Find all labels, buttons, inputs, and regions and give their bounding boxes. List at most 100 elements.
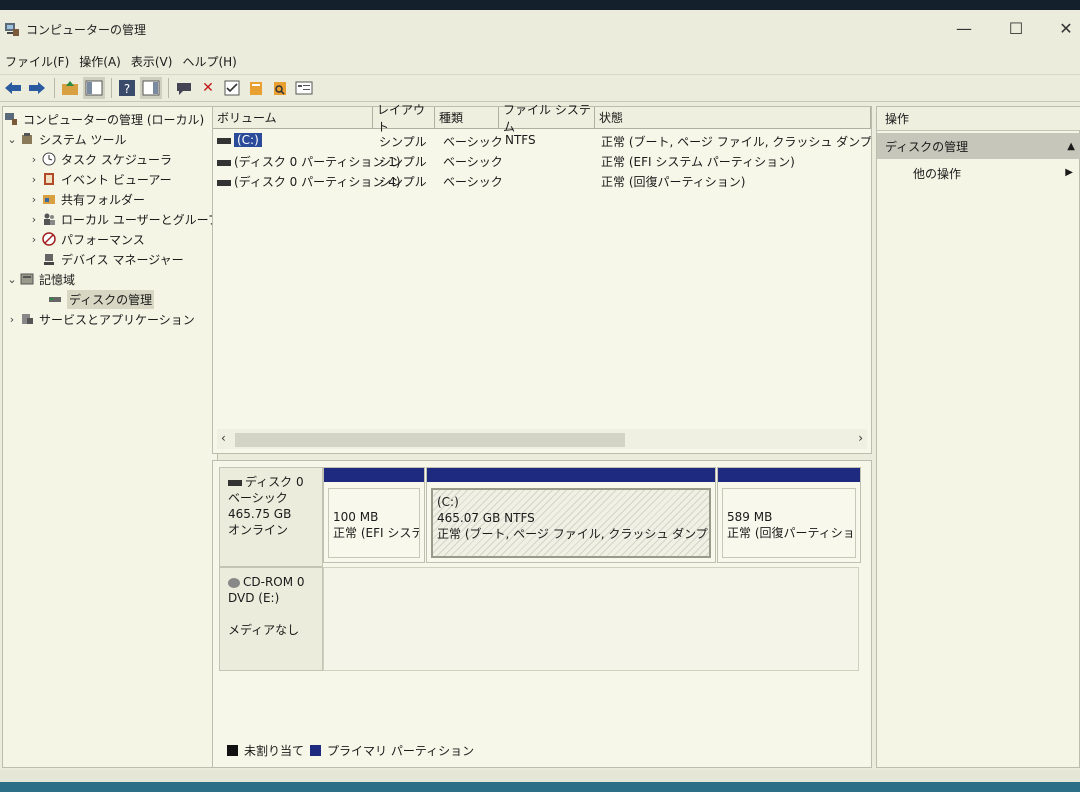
tools-icon [19,131,35,147]
chevron-right-icon[interactable]: › [27,233,41,246]
chevron-down-icon[interactable]: ⌄ [5,273,19,286]
partition-c[interactable]: (C:) 465.07 GB NTFS 正常 (ブート, ページ ファイル, ク… [426,467,716,563]
table-row[interactable]: (C:) シンプル ベーシック NTFS 正常 (ブート, ページ ファイル, … [213,131,873,151]
tree-item-disk-management[interactable]: ディスクの管理 [47,289,155,309]
tree-item-device-manager[interactable]: デバイス マネージャー [41,249,184,269]
actions-header: 操作 [877,107,1080,131]
tree-item-local-users[interactable]: › ローカル ユーザーとグループ [27,209,220,229]
tree-item-event-viewer[interactable]: › イベント ビューアー [27,169,172,189]
collapse-up-icon[interactable]: ▲ [1067,141,1075,152]
tree-item-services[interactable]: › サービスとアプリケーション [5,309,195,329]
disk0-label[interactable]: ディスク 0 ベーシック 465.75 GB オンライン [219,467,323,567]
folder-up-icon[interactable] [59,77,81,99]
window-title: コンピューターの管理 [26,22,147,37]
toolbar-separator [54,78,55,98]
toolbar-separator [111,78,112,98]
legend: 未割り当て プライマリ パーティション [227,742,474,759]
column-header-filesystem[interactable]: ファイル システム [499,103,595,134]
title-bar: コンピューターの管理 — ☐ ✕ [0,10,1080,48]
tree-label: システム ツール [39,132,127,147]
chevron-down-icon[interactable]: ⌄ [5,133,19,146]
tree-label: ローカル ユーザーとグループ [61,212,220,227]
tree-label: 共有フォルダー [61,192,146,207]
tree-label: パフォーマンス [61,232,145,247]
tree-label: コンピューターの管理 (ローカル) [23,112,205,127]
toolbar: ? ✕ [0,74,1080,102]
tree-item-storage[interactable]: ⌄ 記憶域 [5,269,75,289]
back-arrow-icon[interactable] [2,77,24,99]
more-actions-item[interactable]: 他の操作 [913,165,961,182]
column-header-status[interactable]: 状態 [595,107,871,129]
status-bar [0,770,1080,782]
disk-graphical-view: ディスク 0 ベーシック 465.75 GB オンライン 100 MB 正常 (… [212,460,872,768]
drive-icon [217,179,231,186]
properties-icon[interactable] [293,77,315,99]
volume-name: (ディスク 0 パーティション 4) [234,175,401,189]
maximize-button[interactable]: ☐ [996,14,1036,42]
volume-list: ボリューム レイアウト 種類 ファイル システム 状態 (C:) シンプル ベー… [212,103,873,454]
table-row[interactable]: (ディスク 0 パーティション 4) シンプル ベーシック 正常 (回復パーティ… [213,171,873,191]
unallocated-swatch [227,745,238,756]
menu-view[interactable]: 表示(V) [126,53,178,70]
scrollbar-thumb[interactable] [235,433,625,447]
tree-item-performance[interactable]: › パフォーマンス [27,229,145,249]
column-header-volume[interactable]: ボリューム [213,107,373,129]
cdrom-label[interactable]: CD-ROM 0 DVD (E:) メディアなし [219,567,323,671]
legend-unallocated: 未割り当て [244,744,305,758]
minimize-button[interactable]: — [944,14,984,42]
shared-folder-icon [41,191,57,207]
horizontal-scrollbar[interactable]: ‹ › [217,429,867,449]
column-header-layout[interactable]: レイアウト [373,103,435,134]
partition-efi[interactable]: 100 MB 正常 (EFI システ [323,467,425,563]
toolbar-separator [168,78,169,98]
partition-status: 正常 (ブート, ページ ファイル, クラッシュ ダンプ, ベーシッ [437,527,711,541]
partition-status: 正常 (EFI システ [333,526,420,540]
partition-label [727,493,851,509]
forward-arrow-icon[interactable] [26,77,48,99]
partition-recovery[interactable]: 589 MB 正常 (回復パーティション) [717,467,861,563]
new-icon[interactable] [245,77,267,99]
scroll-right-icon[interactable]: › [858,431,863,445]
chevron-right-icon[interactable]: › [27,213,41,226]
close-button[interactable]: ✕ [1046,14,1080,42]
scroll-left-icon[interactable]: ‹ [221,431,226,445]
console-icon[interactable] [140,77,162,99]
show-hide-tree-icon[interactable] [83,77,105,99]
disk-size: 465.75 GB [228,507,292,521]
tree-item-shared-folders[interactable]: › 共有フォルダー [27,189,145,209]
storage-icon [19,271,35,287]
search-icon[interactable] [269,77,291,99]
svg-text:?: ? [124,82,130,96]
check-icon[interactable] [221,77,243,99]
partition-label: (C:) [437,495,459,509]
connect-icon[interactable] [173,77,195,99]
menu-action[interactable]: 操作(A) [74,53,126,70]
type-cell: ベーシック [443,175,503,189]
primary-partition-bar [324,468,424,482]
menu-help[interactable]: ヘルプ(H) [177,53,241,70]
close-icon: ✕ [1059,18,1073,38]
help-icon[interactable]: ? [116,77,138,99]
layout-cell: シンプル [379,155,427,169]
tree-label: タスク スケジューラ [61,152,172,167]
chevron-right-icon[interactable]: › [5,313,19,326]
primary-partition-bar [427,468,715,482]
tree-item-system-tools[interactable]: ⌄ システム ツール [5,129,126,149]
delete-icon[interactable]: ✕ [197,77,219,99]
tree-item-task-scheduler[interactable]: › タスク スケジューラ [27,149,172,169]
chevron-right-icon[interactable]: › [27,193,41,206]
disk-name: ディスク 0 [245,475,304,489]
column-header-type[interactable]: 種類 [435,107,499,129]
actions-group-disk-management[interactable]: ディスクの管理 ▲ [877,133,1080,159]
main-content: ボリューム レイアウト 種類 ファイル システム 状態 (C:) シンプル ベー… [212,103,873,768]
table-row[interactable]: (ディスク 0 パーティション 1) シンプル ベーシック 正常 (EFI シス… [213,151,873,171]
chevron-right-icon[interactable]: › [27,153,41,166]
tree-item-root[interactable]: コンピューターの管理 (ローカル) [3,109,204,129]
submenu-arrow-icon[interactable]: ▶ [1065,167,1073,178]
cdrom-area[interactable] [323,567,859,671]
drive-icon [217,137,231,144]
tree-label: サービスとアプリケーション [39,312,195,327]
chevron-right-icon[interactable]: › [27,173,41,186]
minimize-icon: — [956,18,972,38]
menu-file[interactable]: ファイル(F) [0,53,74,70]
